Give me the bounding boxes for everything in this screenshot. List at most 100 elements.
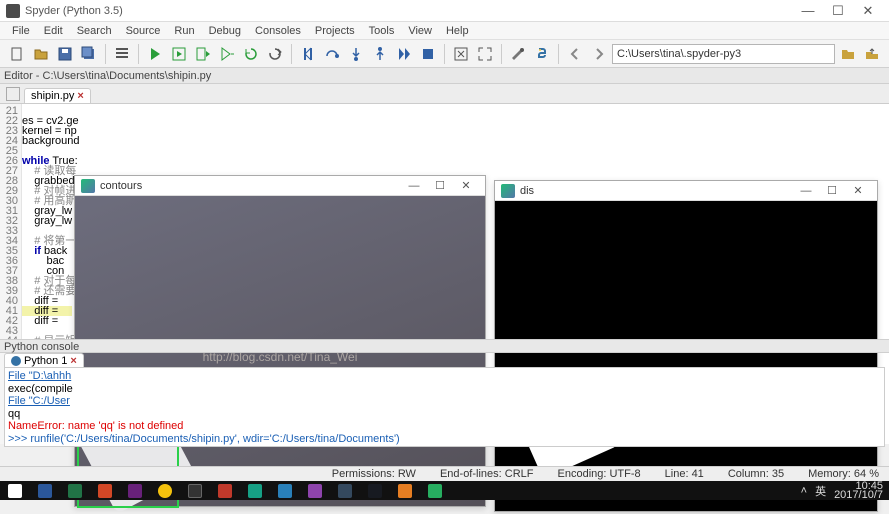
tray-chevron-icon[interactable]: ˄ [801,485,807,497]
taskbar-app5[interactable] [300,481,330,500]
back-icon[interactable] [564,43,586,65]
status-column: Column: 35 [728,468,784,480]
minimize-button[interactable]: ― [793,3,823,18]
working-dir-input[interactable] [612,44,835,64]
file-tab[interactable]: shipin.py × [24,88,91,103]
menu-help[interactable]: Help [440,24,475,38]
menu-debug[interactable]: Debug [203,24,247,38]
tab-list-icon[interactable] [6,87,20,101]
close-button[interactable]: ✕ [853,3,883,19]
menu-file[interactable]: File [6,24,36,38]
kill-icon[interactable] [264,43,286,65]
taskbar-excel[interactable] [60,481,90,500]
menu-projects[interactable]: Projects [309,24,361,38]
dis-titlebar: dis ― ☐ ✕ [495,181,877,201]
menubar: File Edit Search Source Run Debug Consol… [0,22,889,40]
runfile-line: >>> runfile('C:/Users/tina/Documents/shi… [8,433,881,446]
app-icon [6,4,20,18]
continue-icon[interactable] [393,43,415,65]
file-tab-label: shipin.py [31,90,74,102]
status-encoding: Encoding: UTF-8 [558,468,641,480]
editor-tabbar: shipin.py × [0,84,889,104]
console-pane-label: Python console [0,339,889,353]
new-file-icon[interactable] [6,43,28,65]
open-file-icon[interactable] [30,43,52,65]
taskbar-word[interactable] [30,481,60,500]
menu-view[interactable]: View [402,24,438,38]
python-icon [11,356,21,366]
dis-image [495,201,877,511]
step-over-icon[interactable] [321,43,343,65]
traceback-qq: qq [8,408,881,421]
close-console-icon[interactable]: × [70,355,76,367]
pythonpath-icon[interactable] [531,43,553,65]
status-memory: Memory: 64 % [808,468,879,480]
taskbar-powerpoint[interactable] [90,481,120,500]
taskbar-vs[interactable] [120,481,150,500]
preferences-icon[interactable] [507,43,529,65]
dis-title: dis [520,185,793,197]
python-console[interactable]: File "D:\ahhh exec(compile File "C:/User… [4,367,885,447]
contours-minimize[interactable]: ― [401,180,427,192]
menu-search[interactable]: Search [71,24,118,38]
maximize-pane-icon[interactable] [450,43,472,65]
menu-run[interactable]: Run [168,24,200,38]
taskbar-app7[interactable] [390,481,420,500]
close-tab-icon[interactable]: × [77,90,83,102]
output-open: Open [8,445,881,447]
step-into-icon[interactable] [345,43,367,65]
windows-taskbar: ˄ 英 10:45 2017/10/7 [0,481,889,500]
rerun-icon[interactable] [240,43,262,65]
toolbar [0,40,889,68]
taskbar-app2[interactable] [210,481,240,500]
menu-tools[interactable]: Tools [363,24,401,38]
tray-ime[interactable]: 英 [815,483,826,499]
traceback-file: File "D:\ahhh [8,370,881,383]
save-icon[interactable] [54,43,76,65]
console-tab[interactable]: Python 1 × [4,353,84,368]
menu-source[interactable]: Source [120,24,167,38]
debug-icon[interactable] [297,43,319,65]
traceback-file2: File "C:/User [8,395,881,408]
parent-dir-icon[interactable] [861,43,883,65]
taskbar-app1[interactable] [180,481,210,500]
taskbar-app4[interactable] [270,481,300,500]
browse-dir-icon[interactable] [837,43,859,65]
contours-maximize[interactable]: ☐ [427,179,453,192]
step-out-icon[interactable] [369,43,391,65]
run-selection-icon[interactable] [216,43,238,65]
taskbar-chrome[interactable] [150,481,180,500]
save-all-icon[interactable] [78,43,100,65]
taskbar-app6[interactable] [330,481,360,500]
tray-date: 2017/10/7 [834,491,883,500]
stop-debug-icon[interactable] [417,43,439,65]
start-button[interactable] [0,481,30,500]
dis-maximize[interactable]: ☐ [819,184,845,197]
console-tabbar: Python 1 × [4,353,84,368]
status-line: Line: 41 [665,468,704,480]
system-tray[interactable]: ˄ 英 10:45 2017/10/7 [801,482,889,500]
menu-edit[interactable]: Edit [38,24,69,38]
taskbar-app3[interactable] [240,481,270,500]
dis-minimize[interactable]: ― [793,185,819,197]
run-cell-icon[interactable] [168,43,190,65]
menu-consoles[interactable]: Consoles [249,24,307,38]
run-icon[interactable] [144,43,166,65]
status-permissions: Permissions: RW [332,468,416,480]
forward-icon[interactable] [588,43,610,65]
window-title: Spyder (Python 3.5) [25,5,793,17]
maximize-button[interactable]: ☐ [823,3,853,19]
taskbar-app8[interactable] [420,481,450,500]
fullscreen-icon[interactable] [474,43,496,65]
run-cell-advance-icon[interactable] [192,43,214,65]
taskbar-steam[interactable] [360,481,390,500]
dis-close[interactable]: ✕ [845,184,871,197]
outline-icon[interactable] [111,43,133,65]
contours-close[interactable]: ✕ [453,179,479,192]
error-line: NameError: name 'qq' is not defined [8,420,881,433]
status-eol: End-of-lines: CRLF [440,468,534,480]
console-tab-label: Python 1 [24,355,67,367]
titlebar: Spyder (Python 3.5) ― ☐ ✕ [0,0,889,22]
opencv-icon [81,179,95,193]
contours-title: contours [100,180,401,192]
